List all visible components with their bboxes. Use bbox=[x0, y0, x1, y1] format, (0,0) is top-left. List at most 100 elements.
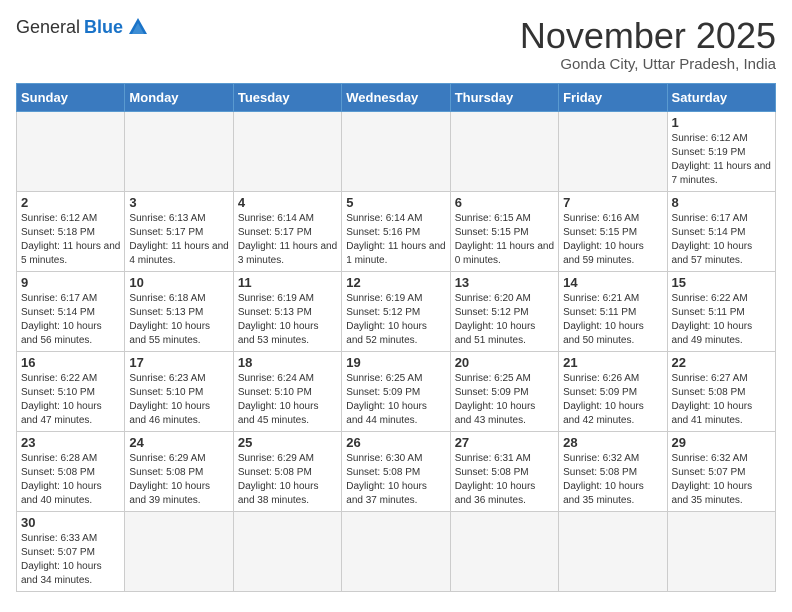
day-info: Sunrise: 6:31 AM Sunset: 5:08 PM Dayligh… bbox=[455, 452, 554, 508]
day-cell bbox=[342, 511, 450, 591]
logo-blue: Blue bbox=[84, 17, 123, 38]
day-number: 3 bbox=[129, 195, 228, 210]
location-title: Gonda City, Uttar Pradesh, India bbox=[520, 56, 776, 73]
column-header-monday: Monday bbox=[125, 83, 233, 111]
day-number: 4 bbox=[238, 195, 337, 210]
day-info: Sunrise: 6:23 AM Sunset: 5:10 PM Dayligh… bbox=[129, 372, 228, 428]
day-cell: 24Sunrise: 6:29 AM Sunset: 5:08 PM Dayli… bbox=[125, 431, 233, 511]
header-row: SundayMondayTuesdayWednesdayThursdayFrid… bbox=[17, 83, 776, 111]
day-info: Sunrise: 6:13 AM Sunset: 5:17 PM Dayligh… bbox=[129, 212, 228, 268]
week-row-3: 9Sunrise: 6:17 AM Sunset: 5:14 PM Daylig… bbox=[17, 271, 776, 351]
logo: General Blue bbox=[16, 16, 149, 38]
title-area: November 2025 Gonda City, Uttar Pradesh,… bbox=[520, 16, 776, 73]
day-number: 5 bbox=[346, 195, 445, 210]
day-info: Sunrise: 6:22 AM Sunset: 5:11 PM Dayligh… bbox=[672, 292, 771, 348]
day-cell: 21Sunrise: 6:26 AM Sunset: 5:09 PM Dayli… bbox=[559, 351, 667, 431]
day-cell bbox=[125, 511, 233, 591]
day-number: 28 bbox=[563, 435, 662, 450]
day-cell: 19Sunrise: 6:25 AM Sunset: 5:09 PM Dayli… bbox=[342, 351, 450, 431]
week-row-1: 1Sunrise: 6:12 AM Sunset: 5:19 PM Daylig… bbox=[17, 111, 776, 191]
column-header-friday: Friday bbox=[559, 83, 667, 111]
day-cell: 7Sunrise: 6:16 AM Sunset: 5:15 PM Daylig… bbox=[559, 191, 667, 271]
day-cell: 13 Sunrise: 6:20 AM Sunset: 5:12 PM Dayli… bbox=[450, 271, 558, 351]
day-cell: 1Sunrise: 6:12 AM Sunset: 5:19 PM Daylig… bbox=[667, 111, 775, 191]
calendar-table: SundayMondayTuesdayWednesdayThursdayFrid… bbox=[16, 83, 776, 592]
day-number: 7 bbox=[563, 195, 662, 210]
day-cell: 11Sunrise: 6:19 AM Sunset: 5:13 PM Dayli… bbox=[233, 271, 341, 351]
day-number: 20 bbox=[455, 355, 554, 370]
day-number: 15 bbox=[672, 275, 771, 290]
day-number: 8 bbox=[672, 195, 771, 210]
day-info: Sunrise: 6:19 AM Sunset: 5:12 PM Dayligh… bbox=[346, 292, 445, 348]
day-cell bbox=[559, 111, 667, 191]
day-info: Sunrise: 6:32 AM Sunset: 5:08 PM Dayligh… bbox=[563, 452, 662, 508]
day-number: 30 bbox=[21, 515, 120, 530]
day-cell: 16Sunrise: 6:22 AM Sunset: 5:10 PM Dayli… bbox=[17, 351, 125, 431]
day-cell: 6Sunrise: 6:15 AM Sunset: 5:15 PM Daylig… bbox=[450, 191, 558, 271]
day-cell bbox=[17, 111, 125, 191]
day-number: 27 bbox=[455, 435, 554, 450]
day-number: 6 bbox=[455, 195, 554, 210]
day-cell: 17 Sunrise: 6:23 AM Sunset: 5:10 PM Dayli… bbox=[125, 351, 233, 431]
logo-general: General bbox=[16, 17, 80, 38]
day-cell: 9Sunrise: 6:17 AM Sunset: 5:14 PM Daylig… bbox=[17, 271, 125, 351]
day-info: Sunrise: 6:28 AM Sunset: 5:08 PM Dayligh… bbox=[21, 452, 120, 508]
month-title: November 2025 bbox=[520, 16, 776, 56]
day-number: 10 bbox=[129, 275, 228, 290]
day-cell bbox=[450, 111, 558, 191]
day-number: 1 bbox=[672, 115, 771, 130]
day-number: 26 bbox=[346, 435, 445, 450]
day-number: 25 bbox=[238, 435, 337, 450]
day-number: 17 bbox=[129, 355, 228, 370]
logo-icon bbox=[127, 16, 149, 38]
day-number: 2 bbox=[21, 195, 120, 210]
header: General Blue November 2025 Gonda City, U… bbox=[16, 16, 776, 73]
day-cell bbox=[342, 111, 450, 191]
column-header-wednesday: Wednesday bbox=[342, 83, 450, 111]
day-cell: 8 Sunrise: 6:17 AM Sunset: 5:14 PM Daylig… bbox=[667, 191, 775, 271]
day-info: Sunrise: 6:17 AM Sunset: 5:14 PM Dayligh… bbox=[21, 292, 120, 348]
week-row-4: 16Sunrise: 6:22 AM Sunset: 5:10 PM Dayli… bbox=[17, 351, 776, 431]
day-cell: 25Sunrise: 6:29 AM Sunset: 5:08 PM Dayli… bbox=[233, 431, 341, 511]
day-info: Sunrise: 6:30 AM Sunset: 5:08 PM Dayligh… bbox=[346, 452, 445, 508]
day-cell: 29Sunrise: 6:32 AM Sunset: 5:07 PM Dayli… bbox=[667, 431, 775, 511]
day-info: Sunrise: 6:20 AM Sunset: 5:12 PM Dayligh… bbox=[455, 292, 554, 348]
day-cell: 22Sunrise: 6:27 AM Sunset: 5:08 PM Dayli… bbox=[667, 351, 775, 431]
day-cell bbox=[667, 511, 775, 591]
day-cell bbox=[450, 511, 558, 591]
day-info: Sunrise: 6:12 AM Sunset: 5:18 PM Dayligh… bbox=[21, 212, 120, 268]
day-info: Sunrise: 6:18 AM Sunset: 5:13 PM Dayligh… bbox=[129, 292, 228, 348]
day-info: Sunrise: 6:24 AM Sunset: 5:10 PM Dayligh… bbox=[238, 372, 337, 428]
day-cell: 4 Sunrise: 6:14 AM Sunset: 5:17 PM Daylig… bbox=[233, 191, 341, 271]
logo-area: General Blue bbox=[16, 16, 149, 38]
column-header-saturday: Saturday bbox=[667, 83, 775, 111]
day-number: 18 bbox=[238, 355, 337, 370]
day-number: 14 bbox=[563, 275, 662, 290]
day-cell: 10 Sunrise: 6:18 AM Sunset: 5:13 PM Dayli… bbox=[125, 271, 233, 351]
day-info: Sunrise: 6:14 AM Sunset: 5:16 PM Dayligh… bbox=[346, 212, 445, 268]
column-header-thursday: Thursday bbox=[450, 83, 558, 111]
day-info: Sunrise: 6:25 AM Sunset: 5:09 PM Dayligh… bbox=[455, 372, 554, 428]
day-number: 12 bbox=[346, 275, 445, 290]
day-number: 23 bbox=[21, 435, 120, 450]
day-cell: 23 Sunrise: 6:28 AM Sunset: 5:08 PM Dayli… bbox=[17, 431, 125, 511]
day-number: 11 bbox=[238, 275, 337, 290]
day-cell bbox=[125, 111, 233, 191]
day-info: Sunrise: 6:14 AM Sunset: 5:17 PM Dayligh… bbox=[238, 212, 337, 268]
day-cell bbox=[233, 511, 341, 591]
week-row-6: 30 Sunrise: 6:33 AM Sunset: 5:07 PM Dayli… bbox=[17, 511, 776, 591]
column-header-sunday: Sunday bbox=[17, 83, 125, 111]
day-number: 19 bbox=[346, 355, 445, 370]
day-info: Sunrise: 6:29 AM Sunset: 5:08 PM Dayligh… bbox=[129, 452, 228, 508]
day-info: Sunrise: 6:17 AM Sunset: 5:14 PM Dayligh… bbox=[672, 212, 771, 268]
day-cell: 5 Sunrise: 6:14 AM Sunset: 5:16 PM Daylig… bbox=[342, 191, 450, 271]
day-number: 13 bbox=[455, 275, 554, 290]
day-info: Sunrise: 6:33 AM Sunset: 5:07 PM Dayligh… bbox=[21, 532, 120, 588]
column-header-tuesday: Tuesday bbox=[233, 83, 341, 111]
day-cell: 12 Sunrise: 6:19 AM Sunset: 5:12 PM Dayli… bbox=[342, 271, 450, 351]
day-cell: 27 Sunrise: 6:31 AM Sunset: 5:08 PM Dayli… bbox=[450, 431, 558, 511]
day-number: 16 bbox=[21, 355, 120, 370]
week-row-5: 23 Sunrise: 6:28 AM Sunset: 5:08 PM Dayli… bbox=[17, 431, 776, 511]
day-cell: 14Sunrise: 6:21 AM Sunset: 5:11 PM Dayli… bbox=[559, 271, 667, 351]
day-number: 29 bbox=[672, 435, 771, 450]
